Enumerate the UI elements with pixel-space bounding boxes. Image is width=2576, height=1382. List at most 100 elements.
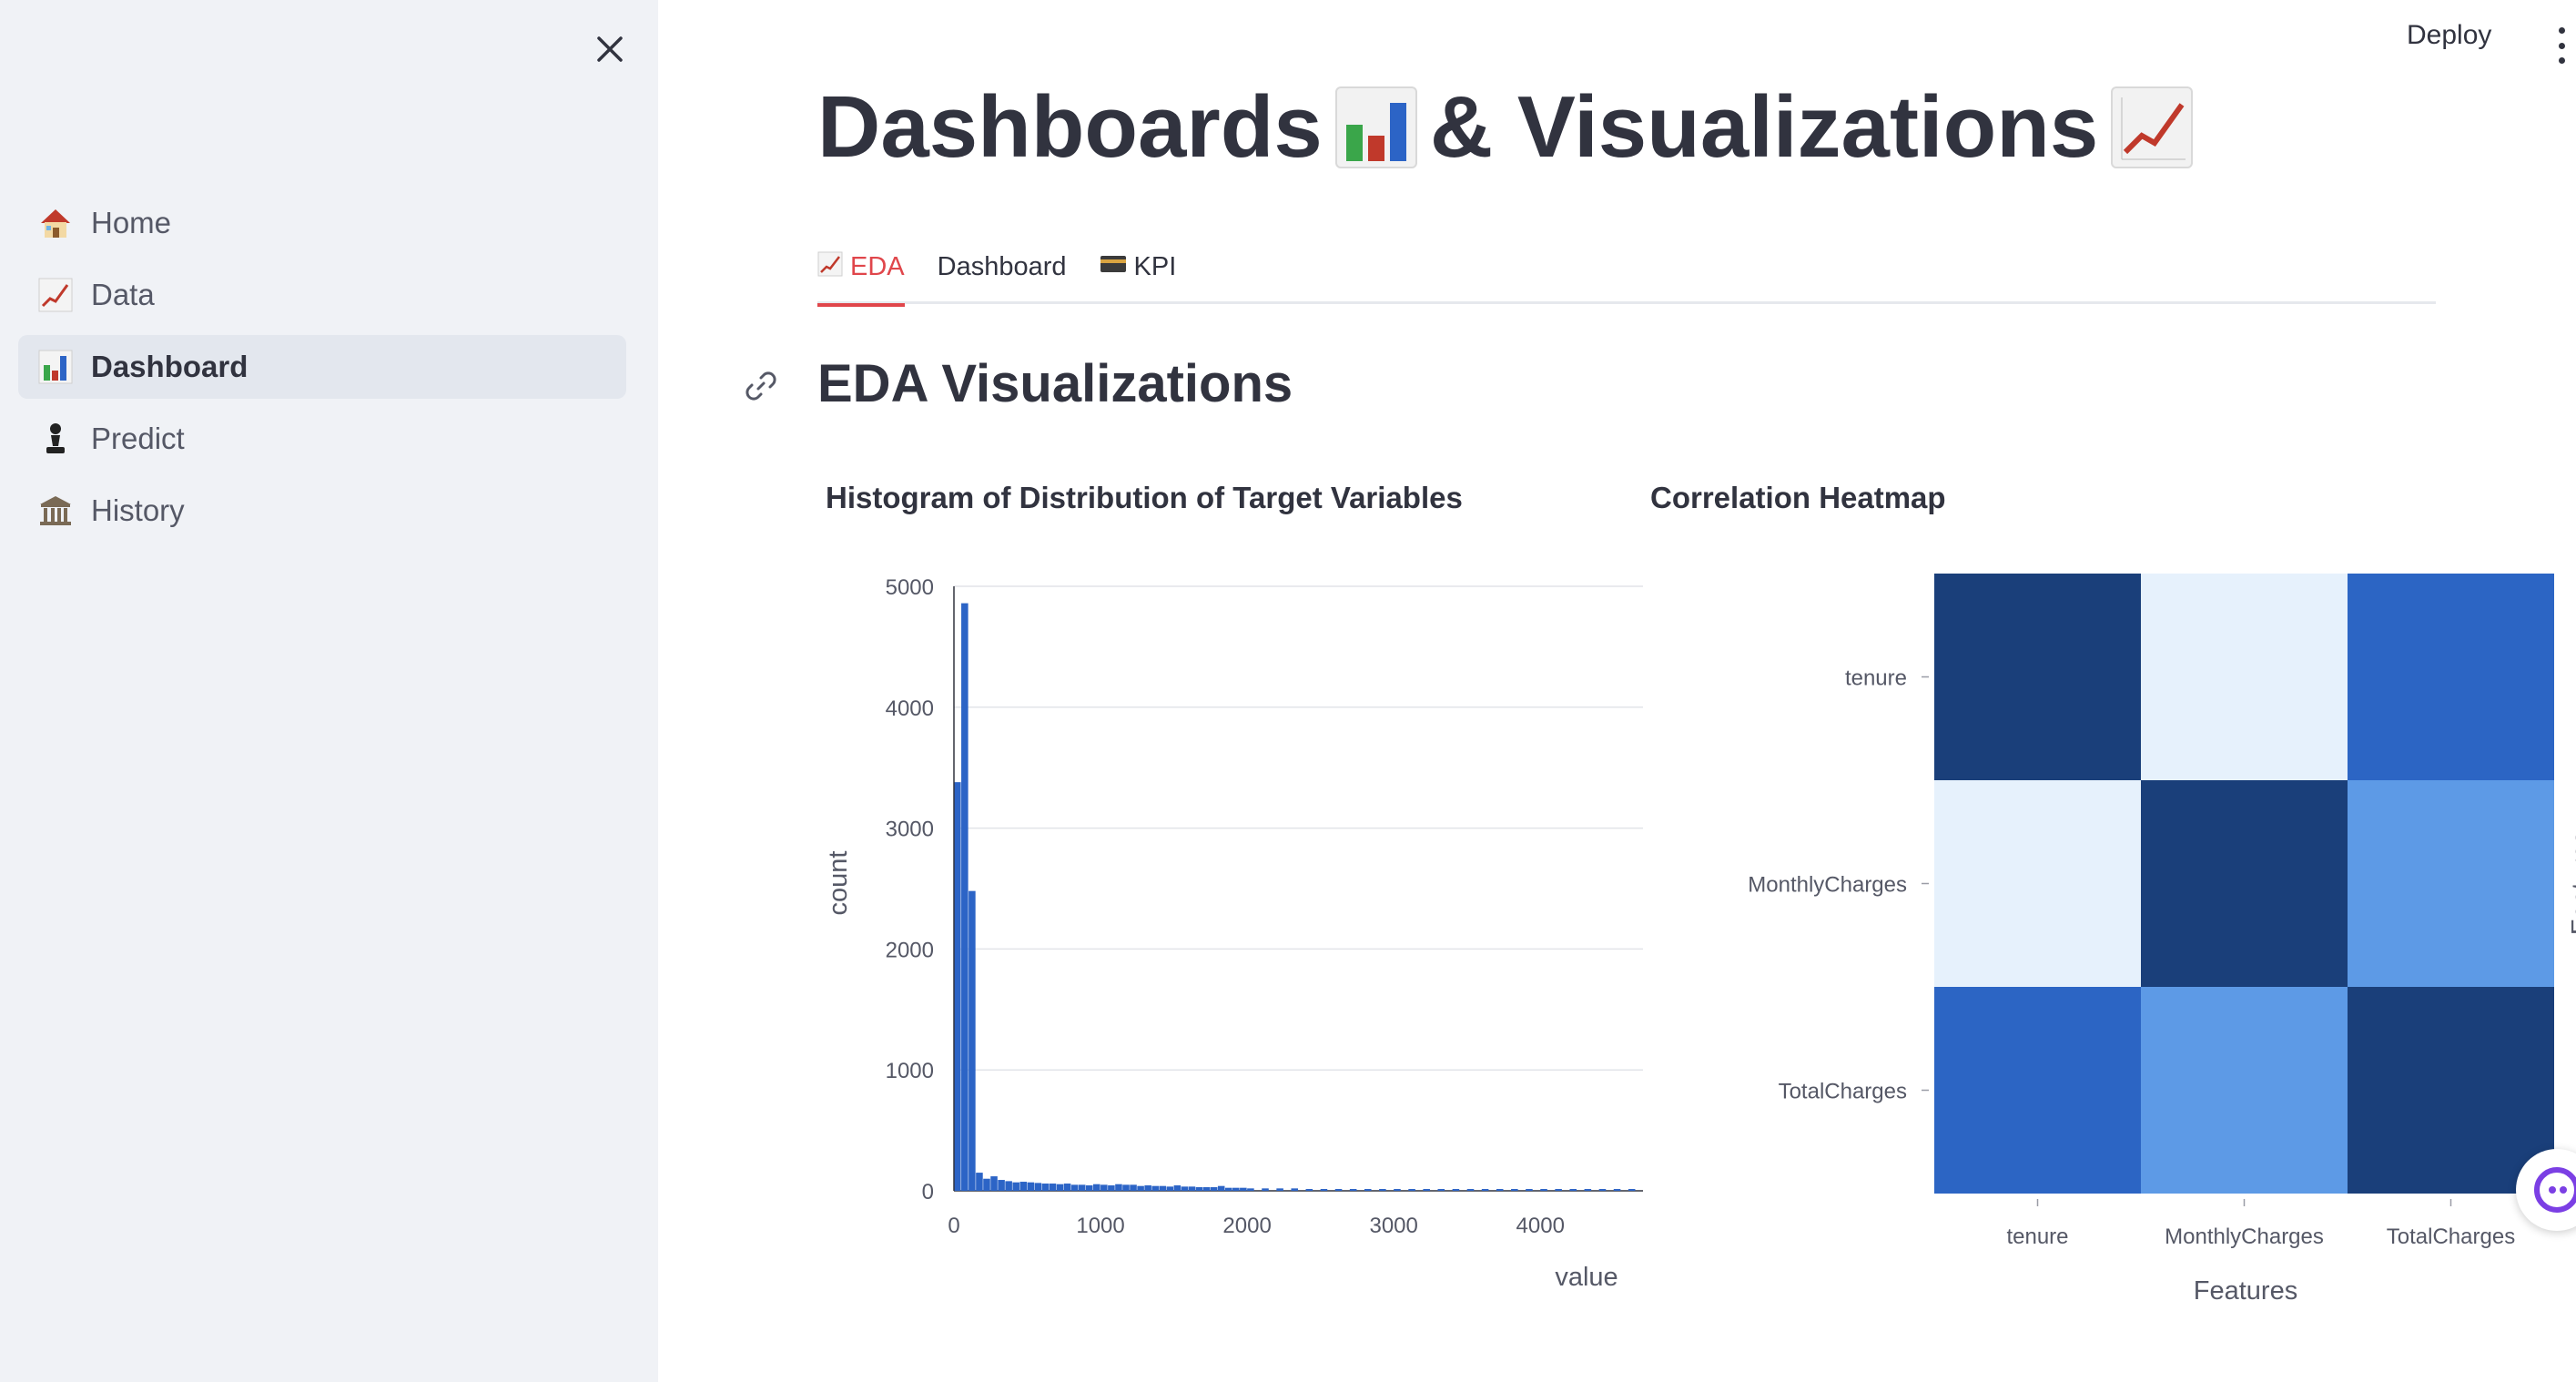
- histogram-bar[interactable]: [954, 782, 961, 1191]
- heatmap-cell[interactable]: [1934, 987, 2141, 1194]
- histogram-bar[interactable]: [1569, 1189, 1577, 1191]
- histogram-bar[interactable]: [1137, 1185, 1144, 1191]
- histogram-bar[interactable]: [1481, 1189, 1489, 1191]
- histogram-bar[interactable]: [1181, 1186, 1189, 1191]
- x-tick-label: tenure: [2006, 1224, 2068, 1249]
- chat-icon: [2534, 1167, 2576, 1213]
- histogram-bar[interactable]: [1041, 1184, 1050, 1191]
- histogram-bar[interactable]: [1466, 1189, 1475, 1191]
- histogram-bar[interactable]: [1166, 1186, 1174, 1191]
- histogram-bar[interactable]: [1247, 1188, 1254, 1191]
- histogram-bar[interactable]: [1291, 1188, 1298, 1191]
- histogram-bar[interactable]: [990, 1176, 998, 1191]
- histogram-bar[interactable]: [1349, 1189, 1357, 1191]
- histogram-bar[interactable]: [1555, 1189, 1562, 1191]
- heatmap-cell[interactable]: [2348, 780, 2554, 987]
- histogram-bar[interactable]: [983, 1178, 990, 1191]
- histogram-bar[interactable]: [961, 603, 969, 1191]
- close-icon: [597, 36, 623, 62]
- histogram-bar[interactable]: [1598, 1189, 1607, 1191]
- histogram-bar[interactable]: [1364, 1189, 1372, 1191]
- histogram-chart[interactable]: 0 1000 2000 3000 4000 5000 0 1000 2000 3000 4000 v…: [801, 546, 1666, 1311]
- histogram-bar[interactable]: [1173, 1185, 1182, 1191]
- histogram-bar[interactable]: [1144, 1185, 1151, 1191]
- histogram-bar[interactable]: [1232, 1187, 1240, 1191]
- histogram-bar[interactable]: [1437, 1189, 1445, 1191]
- sidebar-item-home[interactable]: Home: [18, 191, 626, 255]
- histogram-bar[interactable]: [1305, 1189, 1313, 1191]
- heatmap-cell[interactable]: [2141, 987, 2348, 1194]
- sidebar-item-label: Dashboard: [91, 350, 248, 383]
- histogram-bar[interactable]: [1070, 1184, 1079, 1191]
- histogram-bar[interactable]: [1027, 1182, 1035, 1191]
- heatmap-cell[interactable]: [1934, 574, 2141, 780]
- histogram-bar[interactable]: [1334, 1189, 1343, 1191]
- histogram-title: Histogram of Distribution of Target Vari…: [826, 481, 1463, 514]
- histogram-bar[interactable]: [1085, 1185, 1093, 1191]
- sidebar-item-data[interactable]: Data: [18, 263, 626, 327]
- histogram-bar[interactable]: [1276, 1188, 1283, 1191]
- histogram-bar[interactable]: [1628, 1189, 1636, 1191]
- link-icon[interactable]: [741, 366, 781, 406]
- histogram-bar[interactable]: [1130, 1184, 1137, 1191]
- histogram-bar[interactable]: [1320, 1189, 1328, 1191]
- histogram-bar[interactable]: [1019, 1182, 1028, 1191]
- heatmap-cell[interactable]: [2141, 780, 2348, 987]
- histogram-bar[interactable]: [1210, 1187, 1218, 1191]
- heatmap-cell[interactable]: [2348, 574, 2554, 780]
- tab-dashboard[interactable]: Dashboard: [938, 229, 1067, 304]
- histogram-bar[interactable]: [1584, 1189, 1592, 1191]
- histogram-bar[interactable]: [1056, 1184, 1064, 1191]
- histogram-bar[interactable]: [1159, 1185, 1167, 1191]
- histogram-bar[interactable]: [1195, 1187, 1203, 1191]
- histogram-bar[interactable]: [1115, 1184, 1122, 1191]
- close-sidebar-button[interactable]: [588, 27, 632, 71]
- histogram-bar[interactable]: [1108, 1185, 1115, 1191]
- histogram-bar[interactable]: [1078, 1184, 1086, 1191]
- histogram-bar[interactable]: [1049, 1184, 1057, 1191]
- chart-increasing-icon: [817, 251, 843, 283]
- tab-eda[interactable]: EDA: [817, 229, 905, 307]
- y-tick-label: 2000: [886, 938, 934, 962]
- histogram-bar[interactable]: [1452, 1189, 1460, 1191]
- heatmap-cell[interactable]: [2141, 574, 2348, 780]
- sidebar-item-dashboard[interactable]: Dashboard: [18, 335, 626, 399]
- histogram-bar[interactable]: [1613, 1189, 1621, 1191]
- histogram-bar[interactable]: [1526, 1189, 1533, 1191]
- sidebar-item-history[interactable]: History: [18, 479, 626, 543]
- histogram-bar[interactable]: [1122, 1184, 1130, 1191]
- histogram-bar[interactable]: [1034, 1183, 1042, 1191]
- tab-label: EDA: [850, 251, 905, 281]
- histogram-bar[interactable]: [1262, 1188, 1269, 1191]
- histogram-bar[interactable]: [976, 1173, 983, 1191]
- heatmap-cell[interactable]: [1934, 780, 2141, 987]
- histogram-bar[interactable]: [1202, 1187, 1211, 1191]
- histogram-bar[interactable]: [1240, 1187, 1247, 1191]
- histogram-bar[interactable]: [998, 1180, 1005, 1191]
- chat-assistant-button[interactable]: [2516, 1149, 2576, 1231]
- histogram-bar[interactable]: [1423, 1189, 1430, 1191]
- sidebar-item-predict[interactable]: Predict: [18, 407, 626, 471]
- x-tick-label: 1000: [1076, 1214, 1124, 1238]
- tab-kpi[interactable]: KPI: [1100, 229, 1176, 304]
- histogram-bar[interactable]: [1100, 1184, 1108, 1191]
- histogram-bar[interactable]: [1093, 1184, 1100, 1191]
- histogram-bar[interactable]: [1217, 1185, 1225, 1191]
- histogram-bar[interactable]: [1005, 1181, 1012, 1191]
- heatmap-chart[interactable]: tenure MonthlyCharges TotalCharges tenure Mo…: [1666, 546, 2576, 1329]
- histogram-bar[interactable]: [1511, 1189, 1518, 1191]
- histogram-bar[interactable]: [969, 890, 976, 1191]
- histogram-bar[interactable]: [1224, 1187, 1232, 1191]
- histogram-bar[interactable]: [1540, 1189, 1547, 1191]
- histogram-bar[interactable]: [1188, 1186, 1196, 1191]
- page-title-part2: & Visualizations: [1429, 78, 2099, 176]
- histogram-bar[interactable]: [1408, 1189, 1415, 1191]
- histogram-bar[interactable]: [1496, 1189, 1504, 1191]
- histogram-bar[interactable]: [1379, 1189, 1386, 1191]
- main-menu-button[interactable]: [2554, 27, 2569, 64]
- histogram-bar[interactable]: [1012, 1182, 1019, 1191]
- histogram-bar[interactable]: [1151, 1185, 1159, 1191]
- histogram-bar[interactable]: [1063, 1184, 1071, 1191]
- histogram-bar[interactable]: [1394, 1189, 1401, 1191]
- deploy-button[interactable]: Deploy: [2407, 20, 2491, 51]
